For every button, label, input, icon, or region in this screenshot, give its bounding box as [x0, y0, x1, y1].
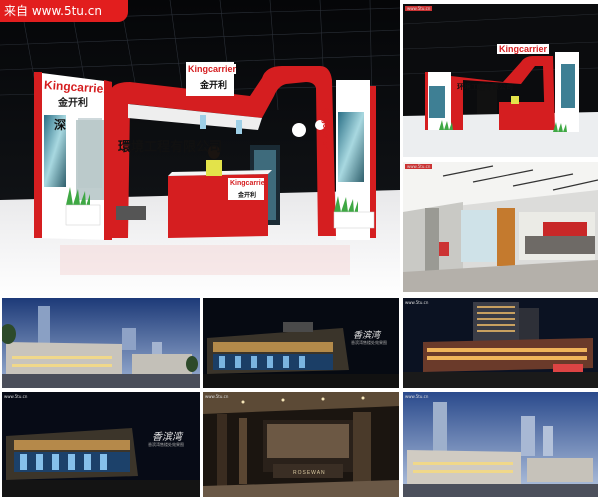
booth-small-render — [403, 4, 598, 157]
reception-watermark: www.5tu.cn — [205, 394, 229, 399]
booth-small-watermark: www.5tu.cn — [405, 6, 433, 11]
booth-small-brand: Kingcarrier — [497, 44, 550, 54]
panel-sales-office-night: 香滨湾 香滨湾售楼处效果图 — [203, 298, 399, 388]
booth-top-sign-cn: 金开利 — [200, 81, 228, 91]
lobby-render — [403, 162, 598, 292]
highrise-watermark: www.5tu.cn — [405, 300, 429, 305]
desk-sign-en: Kingcarrier — [230, 180, 268, 187]
booth-banner-right: 環境工程有限公司 — [118, 140, 223, 155]
street-watermark: www.5tu.cn — [405, 394, 429, 399]
sales-office-2-logo-title: 香滨湾 — [152, 432, 182, 443]
sales-office-2-watermark: www.5tu.cn — [4, 394, 28, 399]
panel-highrise-night: www.5tu.cn — [403, 298, 598, 388]
panel-sales-office-night-2: 香滨湾 香滨湾售楼处效果图 www.5tu.cn — [2, 392, 200, 497]
building-dusk-render — [2, 298, 200, 388]
panel-reception-lobby: ROSEWAN www.5tu.cn — [203, 392, 399, 497]
booth-brand-cn: 金开利 — [58, 98, 88, 109]
booth-small-banner: 环境工程有限公司 — [457, 83, 513, 91]
panel-exhibition-booth-small: Kingcarrier 环境工程有限公司 www.5tu.cn — [403, 4, 598, 157]
lobby-watermark: www.5tu.cn — [405, 164, 433, 169]
commercial-street-render — [403, 392, 598, 497]
panel-exhibition-booth-large: 来自 www.5tu.cn Kingcarrier 金开利 深 環境工程有限公司… — [0, 0, 400, 298]
booth-vertical-sign: Kingcarrier — [321, 106, 330, 149]
panel-lobby-interior: www.5tu.cn — [403, 162, 598, 292]
lobby-wall-sign: ROSEWAN — [293, 470, 326, 476]
desk-sign-cn: 金开利 — [238, 192, 257, 199]
panel-building-dusk — [2, 298, 200, 388]
reception-lobby-render — [203, 392, 399, 497]
booth-top-sign-en: Kingcarrier — [188, 64, 237, 74]
booth-banner-left: 深 — [54, 118, 67, 132]
sales-office-2-logo-subtitle: 香滨湾售楼处效果图 — [148, 442, 184, 447]
panel-commercial-street-day: www.5tu.cn — [403, 392, 598, 497]
site-watermark: 来自 www.5tu.cn — [0, 0, 128, 22]
highrise-night-render — [403, 298, 598, 388]
sales-office-logo-subtitle: 香滨湾售楼处效果图 — [351, 340, 387, 345]
